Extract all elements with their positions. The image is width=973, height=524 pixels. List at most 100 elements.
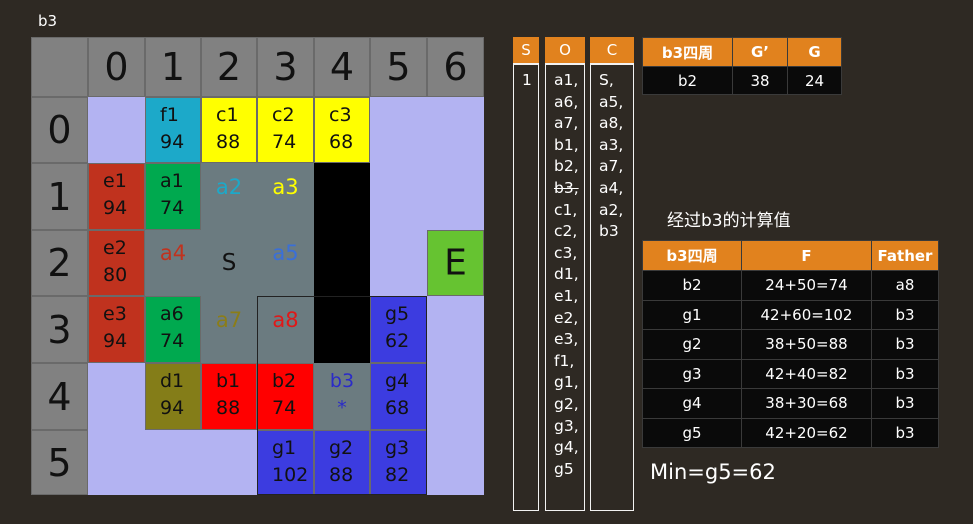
node-cost: 88: [329, 464, 354, 486]
cost-table-cell: 38: [732, 66, 788, 95]
calc-table-header: b3四周: [642, 240, 742, 271]
node-cell-S: S: [201, 230, 257, 296]
node-name: a4: [159, 241, 187, 266]
calc-table-cell: a8: [871, 270, 939, 301]
node-name: a2: [215, 174, 243, 199]
node-cell-g3: g3 82: [370, 430, 427, 495]
calc-table-cell: 38+30=68: [741, 388, 872, 419]
list-item: c1,: [554, 200, 578, 219]
calc-table-cell: g2: [642, 329, 742, 360]
path-grid: 0 1 2 3 4 5 6 0 1 2 3 4 5 f1 94 c1 88 c2 74 c3 68 e1 94 a1 74 a2 a…: [31, 37, 484, 495]
node-cost: 80: [103, 264, 128, 286]
empty-cell: [427, 97, 484, 163]
node-cell-c3: c3 68: [314, 97, 370, 163]
node-name: a8: [272, 307, 299, 332]
node-cost: 74: [272, 397, 297, 419]
list-item: g1,: [554, 373, 579, 392]
list-item: a4,: [599, 178, 624, 197]
empty-cell: [427, 430, 484, 495]
node-name: g5: [385, 303, 410, 325]
open-list: O a1, a6, a7, b1, b2, b3, c1, c2, c3, d1, e1, e2, e3…: [545, 37, 585, 511]
node-cost: 94: [103, 330, 128, 352]
table-row: g1 42+60=102 b3: [642, 299, 939, 330]
calc-table-cell: 38+50=88: [741, 329, 872, 360]
list-item: 1: [522, 71, 532, 89]
node-cell-e2: e2 80: [88, 230, 145, 296]
node-cell-c1: c1 88: [201, 97, 257, 163]
calc-table-cell: g1: [642, 299, 742, 330]
current-cell-b3: b3 *: [314, 363, 370, 430]
list-item: a1,: [554, 71, 579, 89]
list-item: g5: [554, 459, 574, 478]
cost-table: b3四周 G’ G b2 38 24: [642, 37, 842, 95]
grid-corner: [31, 37, 88, 97]
list-item: c2,: [554, 222, 578, 241]
closed-list-header: C: [590, 37, 634, 63]
node-name: a1: [160, 170, 184, 192]
wall-cell: [314, 163, 370, 230]
node-cell-a4: a4: [145, 230, 201, 296]
node-cell-b2: b2 74: [257, 363, 314, 430]
empty-cell: [201, 430, 257, 495]
cost-table-header: G’: [732, 37, 788, 67]
open-list-header: O: [545, 37, 585, 63]
calc-table-cell: 42+60=102: [741, 299, 872, 330]
empty-cell: [370, 163, 427, 230]
col-header: 6: [427, 37, 484, 97]
node-cell-a5: a5: [257, 230, 314, 296]
row-header: 4: [31, 363, 88, 430]
cost-table-cell: b2: [642, 66, 733, 95]
node-cell-c2: c2 74: [257, 97, 314, 163]
node-cell-g4: g4 68: [370, 363, 427, 430]
empty-cell: [88, 97, 145, 163]
list-item: a6,: [554, 92, 579, 111]
node-cell-g1: g1 102: [257, 430, 314, 495]
calc-table-cell: 42+40=82: [741, 358, 872, 389]
list-item: d1,: [554, 265, 579, 284]
node-cost: 68: [385, 397, 410, 419]
node-name: a3: [272, 174, 299, 199]
node-cell-a7: a7: [201, 296, 257, 363]
list-item: g4,: [554, 438, 579, 457]
node-cell-e1: e1 94: [88, 163, 145, 230]
node-cost: 88: [216, 131, 241, 153]
col-header: 5: [370, 37, 427, 97]
calc-note: 经过b3的计算值: [667, 211, 791, 231]
calc-table-cell: b3: [871, 329, 939, 360]
list-item: S,: [599, 71, 614, 89]
node-name: g3: [385, 437, 410, 459]
col-header: 2: [201, 37, 257, 97]
node-name: b2: [272, 370, 297, 392]
empty-cell: [88, 363, 145, 430]
node-name: d1: [160, 370, 185, 392]
row-header: 5: [31, 430, 88, 495]
calc-table-cell: b3: [871, 417, 939, 448]
node-name: g2: [329, 437, 354, 459]
node-name: e2: [103, 237, 127, 259]
node-cell-a8: a8: [257, 296, 314, 363]
cost-table-cell: 24: [787, 66, 842, 95]
node-cost: 74: [160, 197, 185, 219]
calc-table-cell: g5: [642, 417, 742, 448]
table-row: b2 24+50=74 a8: [642, 270, 939, 301]
node-cell-a3: a3: [257, 163, 314, 230]
list-item: c3,: [554, 243, 578, 262]
list-item: a2,: [599, 200, 624, 219]
node-cost: 94: [103, 197, 128, 219]
wall-cell: [314, 296, 370, 363]
node-name: e1: [103, 170, 127, 192]
empty-cell: [370, 230, 427, 296]
list-item: g3,: [554, 416, 579, 435]
node-name: f1: [160, 104, 179, 126]
col-header: 4: [314, 37, 370, 97]
node-cost: 88: [216, 397, 241, 419]
s-list-header: S: [513, 37, 539, 63]
node-name: a5: [272, 241, 299, 266]
calc-table-cell: b3: [871, 299, 939, 330]
empty-cell: [427, 163, 484, 230]
list-item: e1,: [554, 286, 579, 305]
calc-table-header: Father: [871, 240, 939, 271]
col-header: 0: [88, 37, 145, 97]
node-cell-g2: g2 88: [314, 430, 370, 495]
wall-cell: [314, 230, 370, 296]
